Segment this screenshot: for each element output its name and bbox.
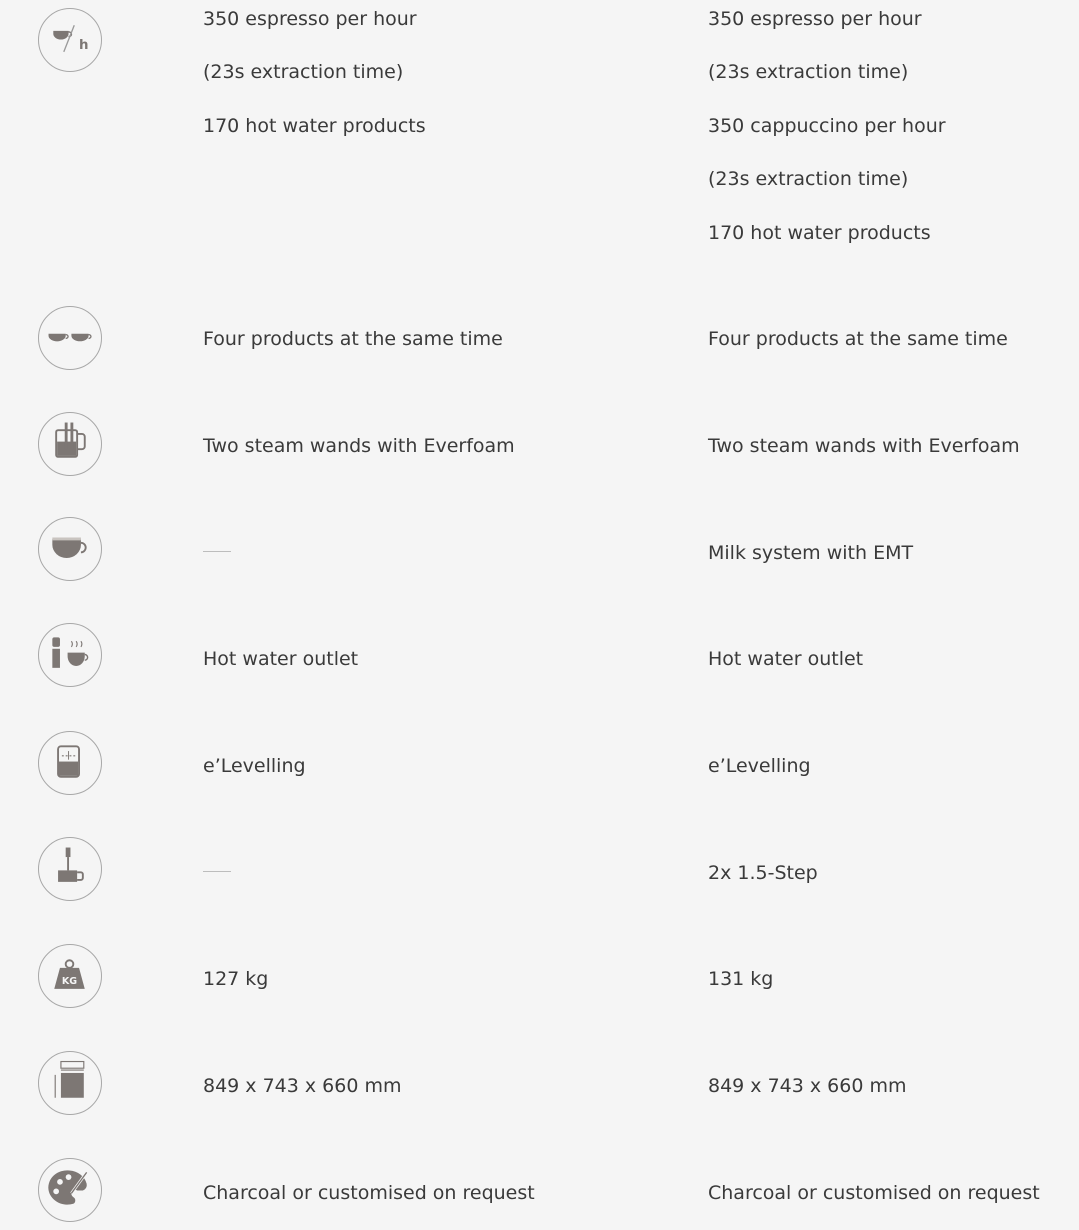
spec-value-line: 170 hot water products: [708, 221, 931, 244]
spec-value-line: 350 espresso per hour: [203, 8, 417, 30]
spec-value-line: Hot water outlet: [708, 648, 864, 670]
standard-capacity: 350 espresso per hour (23s extraction ti…: [203, 0, 426, 153]
cups-per-hour-icon: h: [38, 8, 102, 72]
spec-value-line: (23s extraction time): [203, 61, 404, 84]
spec-value-line: (23s extraction time): [708, 61, 909, 84]
emt-capacity: 350 espresso per hour (23s extraction ti…: [708, 0, 946, 260]
spec-value-line: e’Levelling: [203, 755, 306, 777]
not-available-dash: [203, 551, 231, 552]
milk-cup-icon: [38, 517, 102, 581]
spec-value-line: 849 x 743 x 660 mm: [708, 1075, 907, 1097]
emt-model-value: Two steam wands with Everfoam: [708, 420, 1020, 473]
levelling-glass-icon: [38, 731, 102, 795]
spec-value-line: (23s extraction time): [708, 168, 909, 191]
hot-water-outlet-icon: [38, 623, 102, 687]
spec-value-line: Charcoal or customised on request: [203, 1182, 535, 1204]
not-available-dash: [203, 871, 231, 872]
spec-value-line: Four products at the same time: [203, 328, 503, 350]
spec-value-line: 350 cappuccino per hour: [708, 114, 946, 137]
standard-model-value: Charcoal or customised on request: [203, 1167, 535, 1220]
standard-model-value: Hot water outlet: [203, 633, 358, 686]
spec-value-line: 2x 1.5-Step: [708, 862, 818, 884]
weight-kg-icon: KG: [38, 944, 102, 1008]
steam-wand-pitcher-icon: [38, 412, 102, 476]
spec-value-line: Hot water outlet: [203, 648, 359, 670]
spec-value-line: 350 espresso per hour: [708, 8, 922, 30]
emt-model-value: Milk system with EMT: [708, 527, 913, 580]
spec-value-line: e’Levelling: [708, 755, 811, 777]
spec-value-line: Charcoal or customised on request: [708, 1182, 1040, 1204]
spec-value-line: 131 kg: [708, 968, 774, 990]
weight-badge-label: KG: [62, 976, 77, 987]
emt-model-value: Hot water outlet: [708, 633, 863, 686]
emt-model-value: Charcoal or customised on request: [708, 1167, 1040, 1220]
standard-model-value: Two steam wands with Everfoam: [203, 420, 515, 473]
spec-value-line: Four products at the same time: [708, 328, 1008, 350]
emt-model-value: 2x 1.5-Step: [708, 847, 818, 900]
spec-value-line: 849 x 743 x 660 mm: [203, 1075, 402, 1097]
spec-value-line: Two steam wands with Everfoam: [708, 435, 1020, 457]
no-frother-step: [203, 845, 231, 872]
standard-model-value: Four products at the same time: [203, 313, 503, 366]
palette-color-icon: [38, 1158, 102, 1222]
standard-model-value: e’Levelling: [203, 740, 306, 793]
standard-model-value: 127 kg: [203, 953, 268, 1006]
no-milk-system: [203, 525, 231, 552]
spec-value-line: Milk system with EMT: [708, 542, 914, 564]
spec-value-line: 127 kg: [203, 968, 269, 990]
per-hour-unit: h: [79, 38, 89, 53]
emt-model-value: 131 kg: [708, 953, 773, 1006]
dimensions-icon: [38, 1051, 102, 1115]
emt-model-value: e’Levelling: [708, 740, 811, 793]
emt-model-value: 849 x 743 x 660 mm: [708, 1060, 907, 1113]
two-cups-icon: [38, 306, 102, 370]
emt-model-value: Four products at the same time: [708, 313, 1008, 366]
milk-frother-step-icon: [38, 837, 102, 901]
spec-value-line: Two steam wands with Everfoam: [203, 435, 515, 457]
spec-value-line: 170 hot water products: [203, 114, 426, 137]
standard-model-value: 849 x 743 x 660 mm: [203, 1060, 402, 1113]
